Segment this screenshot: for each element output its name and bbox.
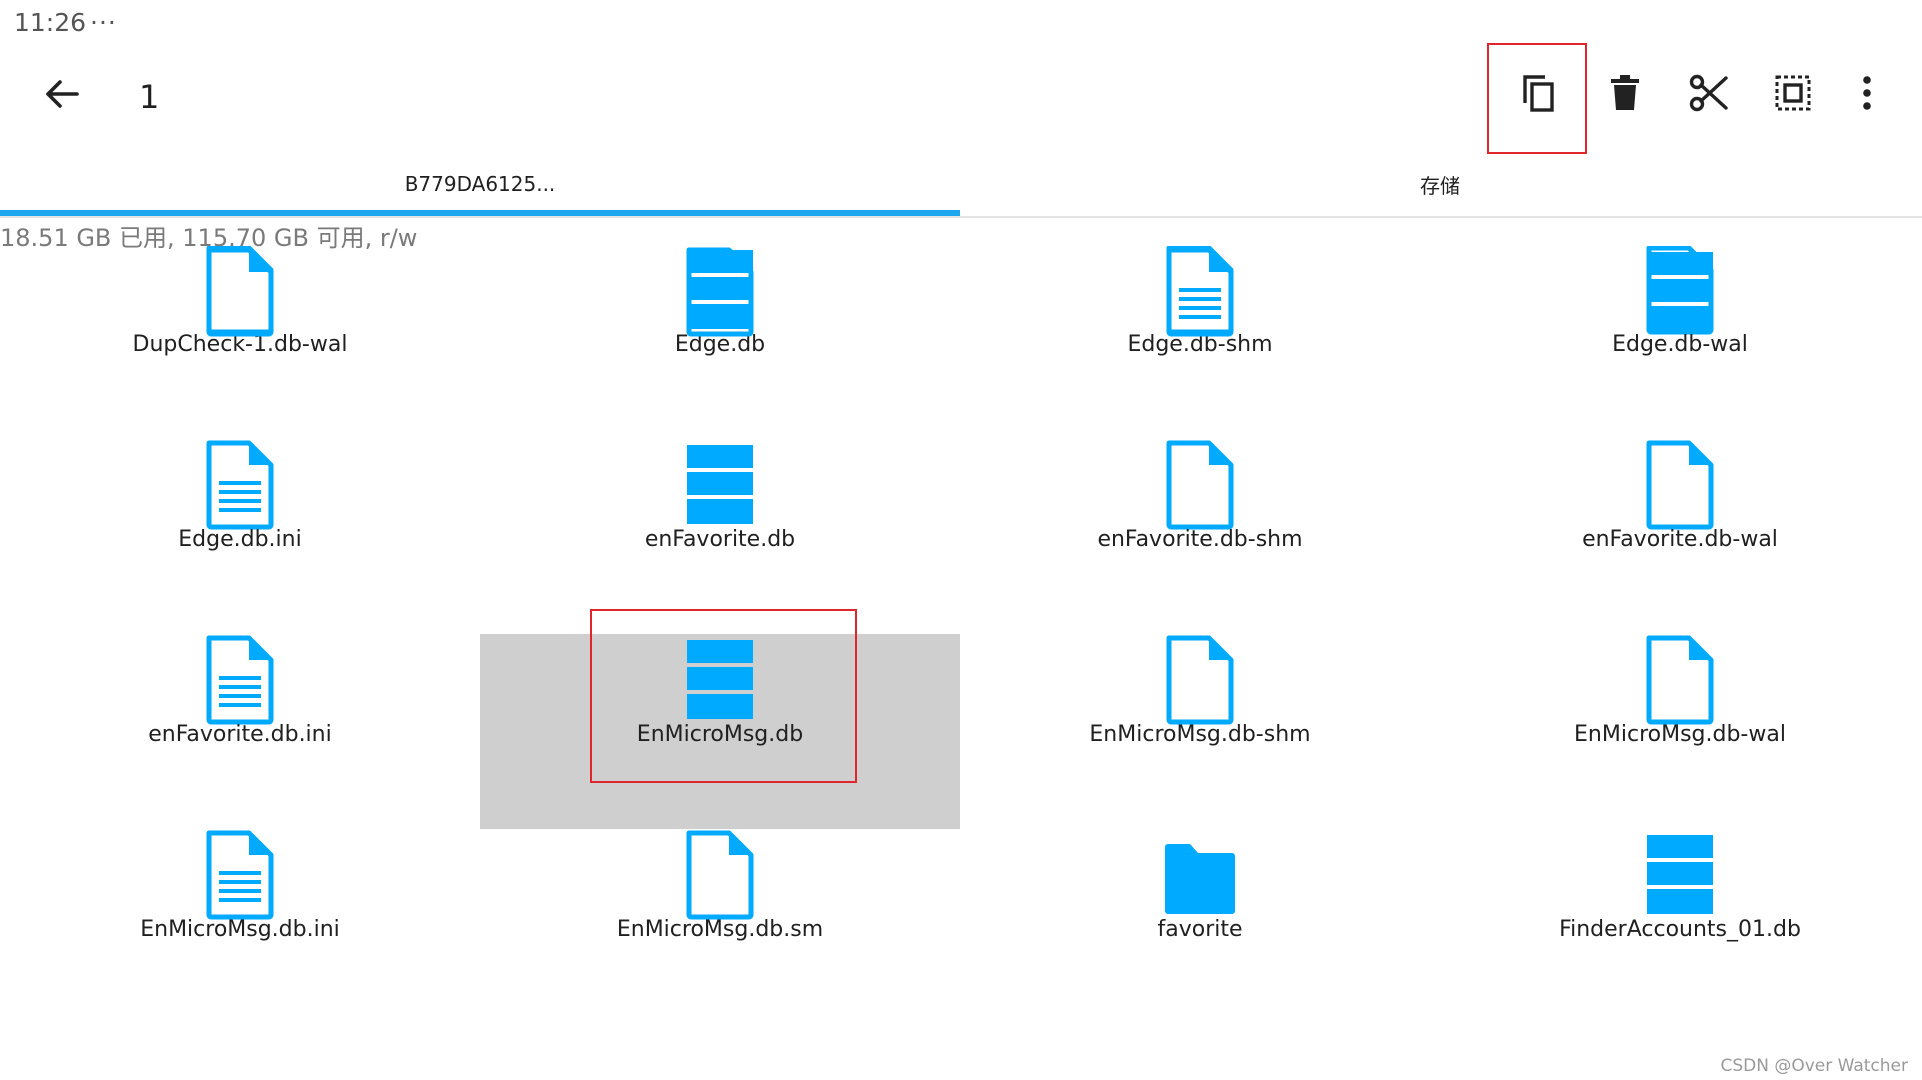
file-name: EnMicroMsg.db bbox=[636, 722, 804, 747]
file-icon bbox=[203, 246, 277, 338]
text-file-icon bbox=[203, 829, 277, 921]
status-bar: 11:26 ··· bbox=[0, 0, 1922, 45]
file-icon bbox=[683, 829, 757, 921]
select-all-button[interactable] bbox=[1766, 68, 1820, 122]
file-item[interactable]: Edge.db.ini bbox=[0, 439, 480, 634]
copy-icon bbox=[1521, 73, 1557, 117]
file-item[interactable]: enFavorite.db-wal bbox=[1440, 439, 1920, 634]
file-icon bbox=[1643, 634, 1717, 726]
file-name: enFavorite.db-wal bbox=[1582, 527, 1778, 552]
database-icon bbox=[683, 439, 757, 531]
file-item[interactable]: EnMicroMsg.db-shm bbox=[960, 634, 1440, 829]
status-time: 11:26 bbox=[14, 8, 87, 37]
file-name: EnMicroMsg.db.sm bbox=[616, 917, 824, 942]
folder-icon bbox=[1163, 829, 1237, 921]
file-name: EnMicroMsg.db-shm bbox=[1089, 722, 1311, 747]
file-item[interactable]: enFavorite.db-shm bbox=[960, 439, 1440, 634]
more-vertical-icon bbox=[1862, 76, 1872, 114]
file-item[interactable] bbox=[480, 246, 960, 441]
status-more-indicator: ··· bbox=[90, 8, 117, 37]
file-icon bbox=[1163, 439, 1237, 531]
database-icon bbox=[683, 634, 757, 726]
file-grid: DupCheck-1.db-wal Edge.db Edge.db-shm Edge.… bbox=[0, 246, 1922, 1080]
app-bar: 1 bbox=[0, 45, 1922, 145]
file-item[interactable]: enFavorite.db bbox=[480, 439, 960, 634]
text-file-icon bbox=[203, 634, 277, 726]
scissors-icon bbox=[1689, 73, 1729, 117]
back-button[interactable] bbox=[36, 70, 88, 122]
file-item[interactable] bbox=[960, 246, 1440, 441]
copy-button[interactable] bbox=[1512, 68, 1566, 122]
trash-icon bbox=[1610, 75, 1640, 115]
file-icon bbox=[683, 246, 757, 338]
file-icon bbox=[1643, 439, 1717, 531]
tab-bar: B779DA6125... 存储 bbox=[0, 150, 1922, 218]
file-item[interactable]: EnMicroMsg.db.ini bbox=[0, 829, 480, 1024]
file-name: EnMicroMsg.db-wal bbox=[1574, 722, 1786, 747]
file-name: EnMicroMsg.db.ini bbox=[140, 917, 340, 942]
delete-button[interactable] bbox=[1598, 68, 1652, 122]
tab-device[interactable]: B779DA6125... bbox=[0, 150, 960, 218]
file-name: favorite bbox=[1157, 917, 1243, 942]
file-item[interactable]: favorite bbox=[960, 829, 1440, 1024]
file-icon bbox=[1163, 634, 1237, 726]
file-item[interactable] bbox=[0, 246, 480, 441]
page-title: 1 bbox=[139, 78, 160, 116]
file-item[interactable]: EnMicroMsg.db.sm bbox=[480, 829, 960, 1024]
cut-button[interactable] bbox=[1682, 68, 1736, 122]
tab-storage[interactable]: 存储 bbox=[960, 150, 1920, 218]
file-name: FinderAccounts_01.db bbox=[1559, 917, 1801, 942]
file-name: enFavorite.db-shm bbox=[1097, 527, 1303, 552]
text-file-icon bbox=[203, 439, 277, 531]
file-item[interactable]: EnMicroMsg.db-wal bbox=[1440, 634, 1920, 829]
storage-info: 18.51 GB 已用, 115.70 GB 可用, r/w bbox=[0, 224, 418, 252]
file-name: enFavorite.db bbox=[644, 527, 796, 552]
arrow-left-icon bbox=[45, 79, 79, 113]
text-file-icon bbox=[1163, 246, 1237, 338]
more-options-button[interactable] bbox=[1840, 68, 1894, 122]
file-item[interactable]: FinderAccounts_01.db bbox=[1440, 829, 1920, 1024]
file-name: enFavorite.db.ini bbox=[148, 722, 332, 747]
file-item[interactable]: enFavorite.db.ini bbox=[0, 634, 480, 829]
database-icon bbox=[1643, 246, 1717, 338]
select-all-icon bbox=[1775, 75, 1811, 115]
file-name: Edge.db.ini bbox=[178, 527, 302, 552]
file-item[interactable]: EnMicroMsg.db bbox=[480, 634, 960, 829]
watermark: CSDN @Over Watcher bbox=[1720, 1056, 1908, 1076]
database-icon bbox=[1643, 829, 1717, 921]
file-item[interactable] bbox=[1440, 246, 1920, 441]
